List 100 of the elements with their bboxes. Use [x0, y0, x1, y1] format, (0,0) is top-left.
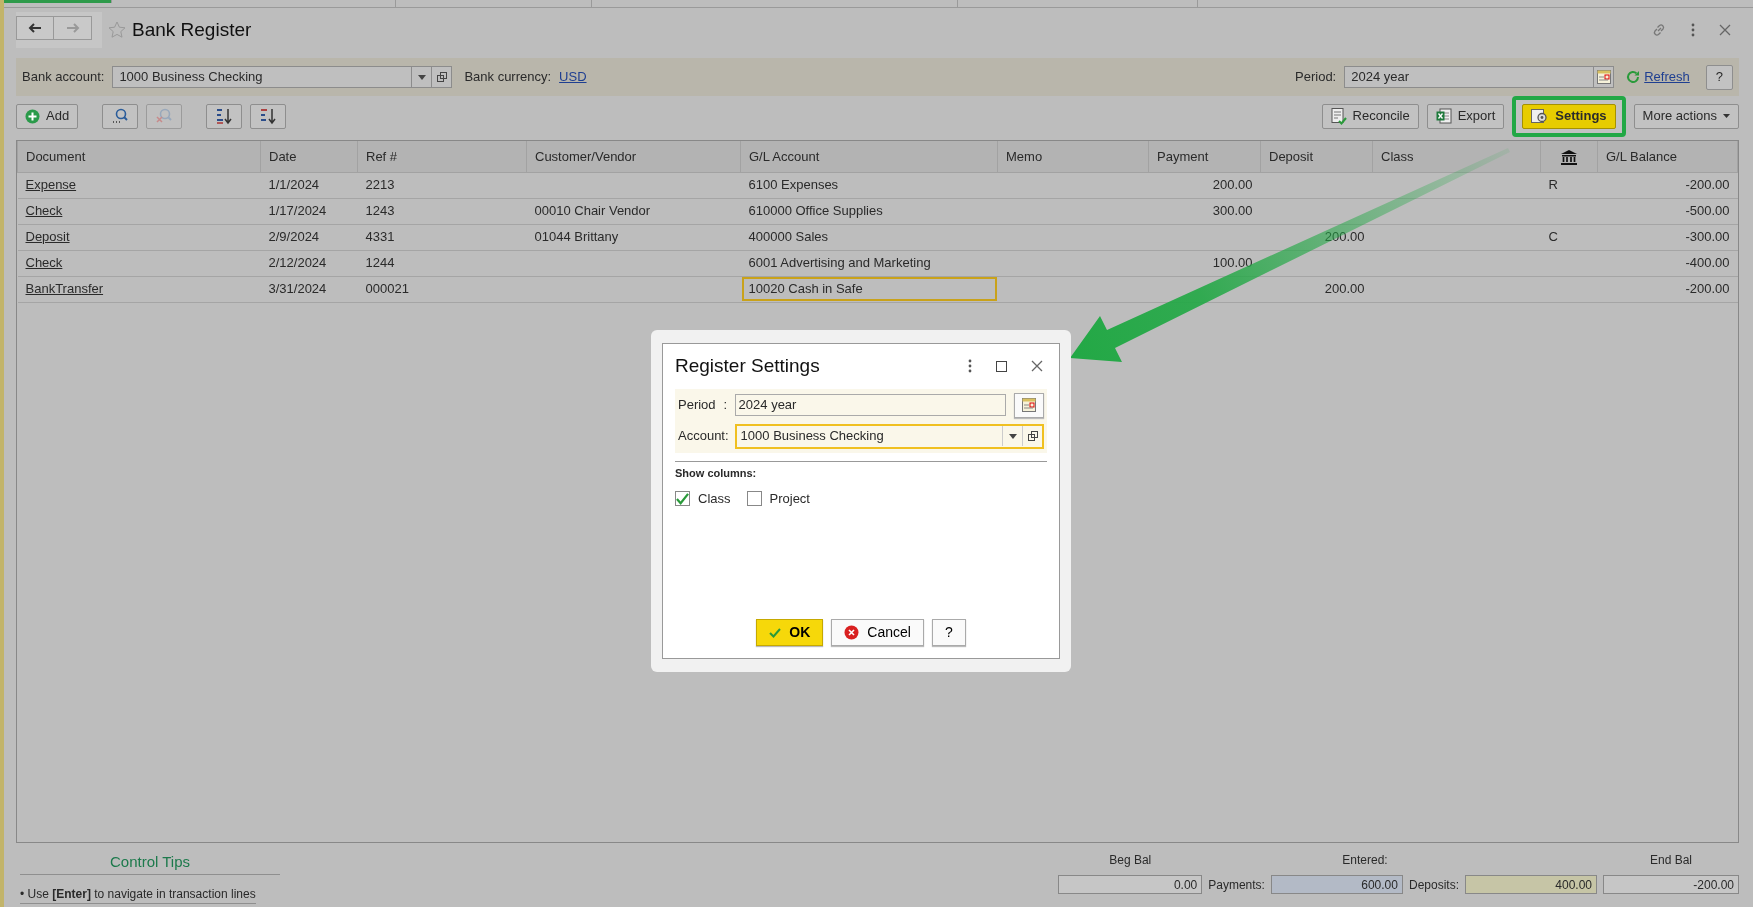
- sort-ascending-button[interactable]: [206, 103, 243, 129]
- period-field[interactable]: 2024 year: [734, 394, 1006, 416]
- account-combo[interactable]: 1000 Business Checking: [734, 423, 1044, 449]
- back-arrow-icon: [28, 23, 42, 33]
- more-actions-button[interactable]: More actions: [1633, 103, 1739, 129]
- cancel-button[interactable]: Cancel: [831, 619, 924, 646]
- add-icon: [25, 108, 40, 124]
- close-icon: [1031, 360, 1043, 373]
- table-cell: 2/12/2024: [260, 250, 358, 276]
- table-cell: 000021: [357, 276, 527, 302]
- calendar-button[interactable]: [1014, 392, 1044, 418]
- document-link[interactable]: Check: [25, 255, 63, 271]
- dropdown-caret-icon: [1008, 433, 1017, 439]
- export-button[interactable]: Export: [1426, 103, 1505, 129]
- column-header[interactable]: [1540, 141, 1598, 172]
- document-link[interactable]: Check: [25, 203, 63, 219]
- column-header[interactable]: Class: [1372, 141, 1541, 172]
- checkbox-label: Class: [698, 490, 731, 508]
- link-icon: [1651, 22, 1667, 38]
- table-cell: 01044 Brittany: [526, 224, 741, 250]
- refresh-link[interactable]: Refresh: [1644, 67, 1690, 87]
- table-cell: 300.00: [1148, 198, 1261, 224]
- column-header[interactable]: Customer/Vendor: [526, 141, 741, 172]
- deposits-field: 400.00: [1465, 875, 1597, 894]
- total-label: Entered:: [1341, 852, 1389, 869]
- calendar-icon: [1596, 70, 1611, 84]
- add-button[interactable]: Add: [16, 103, 79, 129]
- column-header[interactable]: Payment: [1148, 141, 1261, 172]
- checkbox[interactable]: [675, 491, 690, 507]
- table-cell: -200.00: [1597, 172, 1738, 198]
- document-check-icon: [1330, 107, 1347, 125]
- table-cell: 3/31/2024: [260, 276, 358, 302]
- window-title: Bank Register: [132, 17, 252, 42]
- more-options-icon: [968, 359, 972, 374]
- table-cell: C: [1540, 224, 1598, 250]
- forward-arrow-icon: [65, 23, 80, 33]
- column-header[interactable]: Deposit: [1260, 141, 1373, 172]
- label-separator: :: [723, 396, 728, 415]
- dialog-title: Register Settings: [675, 354, 820, 378]
- checkbox-label: Project: [769, 490, 810, 508]
- settings-button[interactable]: Settings: [1522, 103, 1616, 129]
- help-button[interactable]: ?: [1705, 64, 1733, 90]
- checkbox[interactable]: [746, 491, 762, 507]
- help-button[interactable]: ?: [931, 619, 966, 646]
- column-header[interactable]: Memo: [997, 141, 1149, 172]
- table-cell: 610000 Office Supplies: [740, 198, 998, 224]
- table-cell: 6001 Advertising and Marketing: [740, 250, 998, 276]
- control-tips-title: Control Tips: [20, 851, 280, 875]
- bank-icon: [1561, 149, 1577, 165]
- sort-descending-button[interactable]: [250, 103, 287, 129]
- table-cell: 400000 Sales: [740, 224, 998, 250]
- open-icon: [1027, 431, 1038, 441]
- column-header[interactable]: G/L Account: [740, 141, 998, 172]
- bank-account-combo[interactable]: 1000 Business Checking: [112, 66, 453, 88]
- spreadsheet-icon: [1435, 108, 1452, 124]
- document-link[interactable]: BankTransfer: [25, 281, 104, 297]
- dropdown-caret-icon: [1723, 114, 1730, 118]
- star-icon: [108, 21, 126, 39]
- calendar-icon: [1022, 398, 1036, 412]
- total-label: Payments:: [1208, 876, 1265, 894]
- beg-bal-field: 0.00: [1058, 875, 1203, 894]
- more-options-icon: [1691, 23, 1695, 37]
- search-icon: [111, 108, 130, 124]
- table-cell: -400.00: [1597, 250, 1738, 276]
- sort-ascending-icon: [215, 107, 234, 125]
- close-icon: [1719, 24, 1731, 36]
- column-header[interactable]: Document: [17, 141, 261, 172]
- back-button[interactable]: [16, 16, 54, 40]
- column-header[interactable]: Date: [260, 141, 358, 172]
- dropdown-caret-icon: [417, 74, 426, 80]
- find-button[interactable]: [102, 103, 139, 129]
- table-cell: 200.00: [1260, 276, 1373, 302]
- total-label: Deposits:: [1408, 876, 1459, 894]
- document-link[interactable]: Expense: [25, 177, 77, 193]
- table-cell: -500.00: [1597, 198, 1738, 224]
- open-icon: [436, 72, 447, 82]
- cancel-icon: [844, 625, 860, 640]
- field-label: Period:: [1295, 68, 1337, 87]
- currency-link[interactable]: USD: [559, 67, 587, 87]
- period-field[interactable]: 2024 year: [1344, 66, 1615, 88]
- table-cell: 00010 Chair Vendor: [526, 198, 741, 224]
- clear-search-icon: [155, 108, 174, 124]
- ok-button[interactable]: OK: [756, 619, 824, 646]
- field-label: Account:: [678, 427, 729, 446]
- end-bal-field: -200.00: [1603, 875, 1739, 894]
- table-cell: 1/1/2024: [260, 172, 358, 198]
- refresh-icon: [1626, 70, 1641, 84]
- table-cell: 6100 Expenses: [740, 172, 998, 198]
- document-link[interactable]: Deposit: [25, 229, 70, 245]
- total-label: Beg Bal: [1108, 852, 1153, 869]
- table-cell: 1244: [357, 250, 527, 276]
- table-cell: 10020 Cash in Safe: [740, 276, 998, 302]
- reconcile-button[interactable]: Reconcile: [1321, 103, 1419, 129]
- field-label: Bank currency:: [464, 68, 552, 87]
- sort-descending-icon: [259, 107, 278, 125]
- table-cell: 1/17/2024: [260, 198, 358, 224]
- checkmark-icon: [769, 627, 782, 638]
- field-label: Period: [678, 396, 716, 415]
- column-header[interactable]: Ref #: [357, 141, 527, 172]
- column-header[interactable]: G/L Balance: [1597, 141, 1738, 172]
